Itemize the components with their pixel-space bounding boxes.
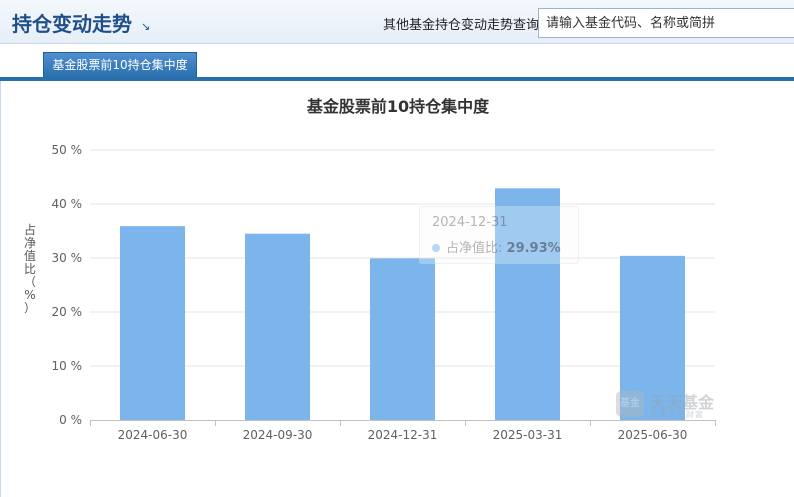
bar [370, 258, 435, 420]
x-tick-label: 2025-06-30 [618, 428, 688, 442]
brand-watermark: 基金 天天基金 投资开启财富 [616, 389, 726, 419]
expand-arrow-icon[interactable]: ↘ [141, 20, 150, 33]
chart-panel: 0 % 10 % 20 % 30 % 40 % 50 % 2024-06-30 2024-09… [0, 81, 794, 497]
tooltip-row: 占净值比: 29.93% [432, 237, 561, 256]
y-tick-label: 20 % [52, 305, 83, 319]
y-tick-label: 40 % [52, 197, 83, 211]
bar-chart: 0 % 10 % 20 % 30 % 40 % 50 % 2024-06-30 2024-09… [52, 143, 716, 442]
header-bar: 持仓变动走势 ↘ 其他基金持仓变动走势查询: [0, 0, 794, 44]
bar [120, 226, 185, 420]
x-tick-label: 2024-09-30 [243, 428, 313, 442]
x-tick-label: 2024-12-31 [368, 428, 438, 442]
chart-tooltip: 2024-12-31 占净值比: 29.93% [419, 206, 579, 264]
y-tick-label: 10 % [52, 359, 83, 373]
page-title: 持仓变动走势 [12, 12, 132, 36]
chart-title: 基金股票前10持仓集中度 [306, 97, 490, 116]
y-tick-label: 0 % [59, 413, 82, 427]
series-dot-icon [432, 244, 440, 252]
brand-logo-icon: 基金 [616, 391, 644, 417]
watermark-tagline: 投资开启财富 [650, 410, 704, 419]
bar [245, 233, 310, 420]
tooltip-date: 2024-12-31 [432, 215, 508, 230]
tooltip-series-label: 占净值比: [446, 241, 503, 256]
x-tick-label: 2025-03-31 [493, 428, 563, 442]
tab-bar: 基金股票前10持仓集中度 [0, 44, 794, 81]
y-tick-label: 50 % [52, 143, 83, 157]
tooltip-value: 29.93% [506, 241, 561, 256]
tab-top10-concentration[interactable]: 基金股票前10持仓集中度 [43, 52, 197, 78]
fund-query-label: 其他基金持仓变动走势查询: [383, 18, 544, 33]
y-axis-title: 占净值比（%） [23, 223, 36, 315]
fund-search-input[interactable] [538, 8, 794, 38]
x-tick-label: 2024-06-30 [118, 428, 188, 442]
y-tick-label: 30 % [52, 251, 83, 265]
